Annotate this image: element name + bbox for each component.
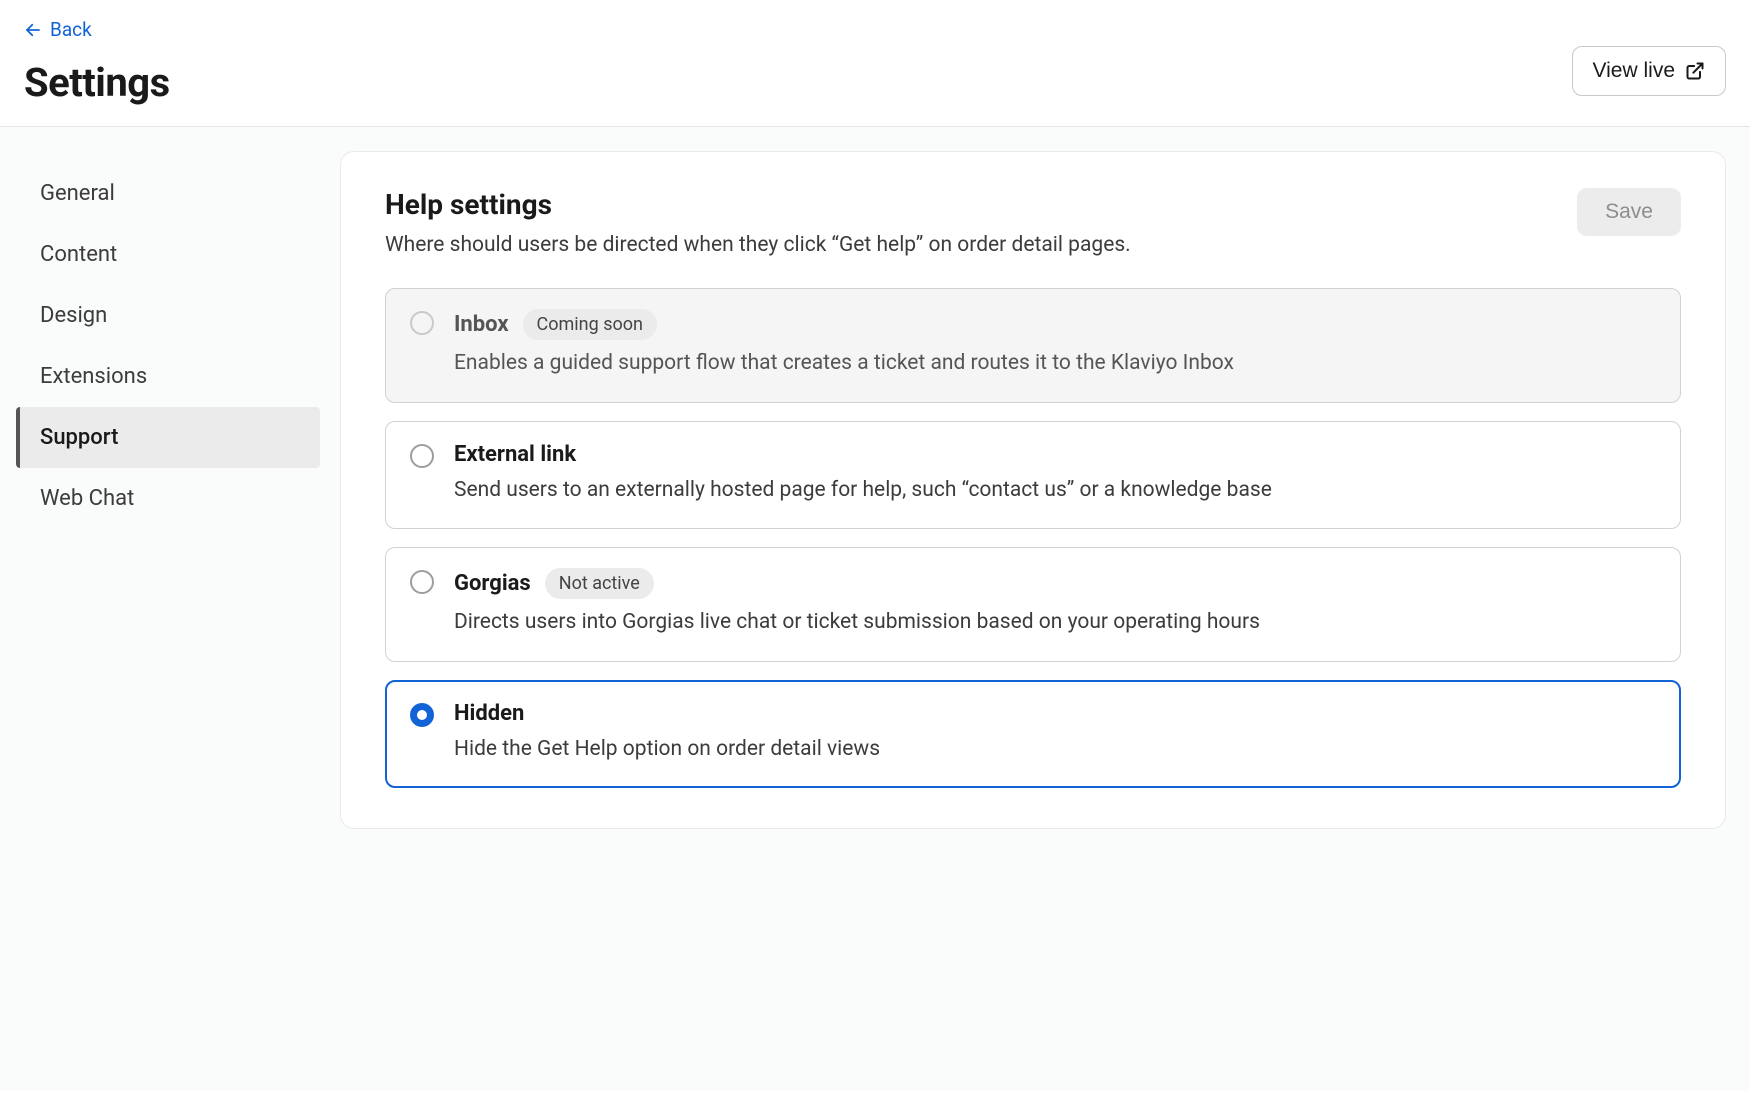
- section-description: Where should users be directed when they…: [385, 231, 1131, 260]
- radio-gorgias[interactable]: [410, 570, 434, 594]
- section-heading: Help settings Where should users be dire…: [385, 188, 1131, 260]
- option-external[interactable]: External link Send users to an externally…: [385, 421, 1681, 530]
- sidebar-item-label: Support: [40, 425, 118, 450]
- option-inbox: Inbox Coming soon Enables a guided support…: [385, 288, 1681, 403]
- option-title-row: Inbox Coming soon: [454, 309, 1656, 340]
- sidebar-item-extensions[interactable]: Extensions: [16, 346, 320, 407]
- save-button[interactable]: Save: [1577, 188, 1681, 236]
- arrow-left-icon: [24, 21, 42, 39]
- option-list: Inbox Coming soon Enables a guided support…: [385, 288, 1681, 788]
- back-label: Back: [50, 18, 92, 41]
- radio-icon: [410, 703, 434, 727]
- option-title: External link: [454, 442, 576, 467]
- option-body: Hidden Hide the Get Help option on order …: [454, 701, 1656, 766]
- card-header: Help settings Where should users be dire…: [385, 188, 1681, 260]
- option-body: Inbox Coming soon Enables a guided support…: [454, 309, 1656, 380]
- settings-card: Help settings Where should users be dire…: [340, 151, 1726, 829]
- section-title: Help settings: [385, 188, 1131, 221]
- option-gorgias[interactable]: Gorgias Not active Directs users into Gorg…: [385, 547, 1681, 662]
- option-description: Send users to an externally hosted page …: [454, 475, 1656, 507]
- sidebar-item-design[interactable]: Design: [16, 285, 320, 346]
- body: General Content Design Extensions Support Web…: [0, 127, 1750, 1091]
- option-body: Gorgias Not active Directs users into Gorg…: [454, 568, 1656, 639]
- sidebar-item-web-chat[interactable]: Web Chat: [16, 468, 320, 529]
- radio-icon: [410, 570, 434, 594]
- back-link[interactable]: Back: [24, 18, 92, 41]
- option-badge: Not active: [545, 568, 654, 599]
- sidebar-item-label: General: [40, 181, 115, 206]
- sidebar: General Content Design Extensions Support Web…: [0, 151, 340, 1091]
- option-badge: Coming soon: [523, 309, 657, 340]
- sidebar-item-label: Content: [40, 242, 117, 267]
- sidebar-item-label: Extensions: [40, 364, 147, 389]
- option-body: External link Send users to an externally…: [454, 442, 1656, 507]
- sidebar-item-label: Design: [40, 303, 107, 328]
- option-title: Hidden: [454, 701, 524, 726]
- option-title: Gorgias: [454, 571, 531, 596]
- sidebar-item-general[interactable]: General: [16, 163, 320, 224]
- radio-inbox: [410, 311, 434, 335]
- option-description: Hide the Get Help option on order detail…: [454, 734, 1656, 766]
- sidebar-item-support[interactable]: Support: [16, 407, 320, 468]
- view-live-button[interactable]: View live: [1572, 46, 1726, 96]
- option-hidden[interactable]: Hidden Hide the Get Help option on order …: [385, 680, 1681, 789]
- radio-external[interactable]: [410, 444, 434, 468]
- option-description: Directs users into Gorgias live chat or …: [454, 607, 1656, 639]
- radio-icon: [410, 311, 434, 335]
- sidebar-item-content[interactable]: Content: [16, 224, 320, 285]
- option-title: Inbox: [454, 312, 509, 337]
- main-content: Help settings Where should users be dire…: [340, 151, 1750, 1091]
- header-left: Back Settings: [24, 18, 170, 106]
- radio-hidden[interactable]: [410, 703, 434, 727]
- option-title-row: Hidden: [454, 701, 1656, 726]
- page-header: Back Settings View live: [0, 0, 1750, 127]
- option-title-row: External link: [454, 442, 1656, 467]
- sidebar-item-label: Web Chat: [40, 486, 134, 511]
- external-link-icon: [1685, 61, 1705, 81]
- option-description: Enables a guided support flow that creat…: [454, 348, 1656, 380]
- page-title: Settings: [24, 59, 170, 106]
- view-live-label: View live: [1593, 59, 1675, 83]
- option-title-row: Gorgias Not active: [454, 568, 1656, 599]
- radio-icon: [410, 444, 434, 468]
